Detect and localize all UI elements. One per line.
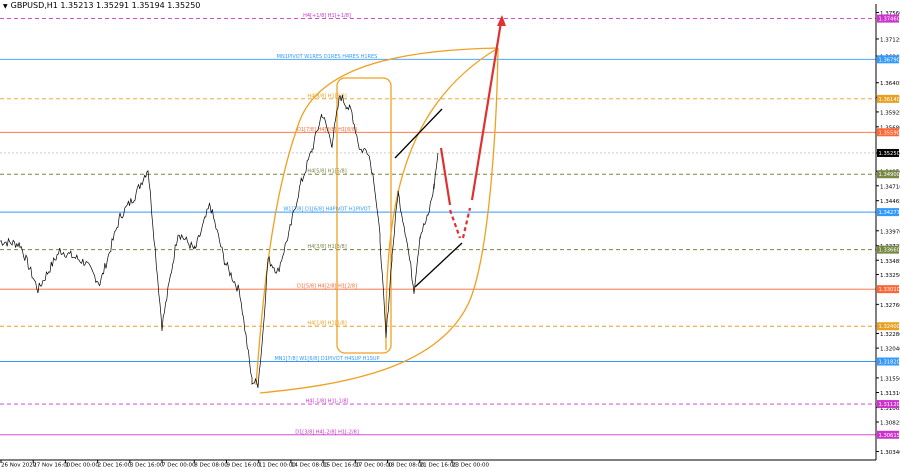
y-tick-label: 1.37125 <box>880 37 900 43</box>
y-tick-label: 1.33250 <box>880 273 900 279</box>
level-label: W1[7/8] D1[6/8] H4PIVOT H1PIVOT <box>283 207 371 213</box>
y-tick-label: 1.33970 <box>880 229 900 235</box>
level-label: D1[3/8] H4[-2/8] H1[-2/8] <box>295 429 359 435</box>
level-tag-label: 1.36790 <box>879 57 900 63</box>
level-tag-label: 1.36140 <box>879 97 900 103</box>
trend-lines[interactable] <box>394 108 463 288</box>
x-tick-label: 2 Dec 16:00 <box>98 463 132 468</box>
level-label: H4[+1/8] H1[+1/8] <box>303 13 351 19</box>
y-tick-label: 1.31550 <box>880 376 900 382</box>
level-label: D1[5/8] H4[2/8] H1[2/8] <box>297 284 357 290</box>
y-tick-label: 1.35925 <box>880 110 900 116</box>
level-tag-label: 1.32400 <box>879 324 900 330</box>
level-tag-label: 1.33010 <box>879 287 900 293</box>
level-tag-label: 1.35590 <box>879 130 900 136</box>
rectangle-drawing[interactable] <box>336 77 392 354</box>
level-tag-label: 1.34277 <box>879 210 900 216</box>
y-tick-label: 1.30825 <box>880 421 900 427</box>
x-tick-label: 9 Dec 16:00 <box>227 463 261 468</box>
y-tick-label: 1.32280 <box>880 332 900 338</box>
projection-arrowhead-icon <box>497 15 506 26</box>
level-label: H4[5/8] H1[5/8] <box>307 169 346 175</box>
level-label: H4[1/8] H1[1/8] <box>307 321 346 327</box>
right-arc-drawing[interactable] <box>385 47 499 351</box>
ellipse-drawings[interactable] <box>255 47 499 394</box>
level-label: MN1PIVOT W1RES D1RES H4RES H1RES <box>277 54 378 60</box>
x-tick-label: 1 Dec 00:00 <box>65 463 99 468</box>
y-tick-label: 1.34465 <box>880 199 900 205</box>
axes: 1.375601.371251.368451.364051.361651.359… <box>0 4 900 468</box>
level-tag-label: 1.34900 <box>879 172 900 178</box>
y-tick-label: 1.36405 <box>880 81 900 87</box>
level-lines: H4[+1/8] H1[+1/8] MN1PIVOT W1RES D1RES H4… <box>0 13 876 435</box>
price-chart[interactable]: H4[+1/8] H1[+1/8] MN1PIVOT W1RES D1RES H4… <box>0 0 900 468</box>
y-tick-label: 1.33485 <box>880 259 900 265</box>
price-tags: 1.37460 1.36790 1.36140 1.35590 1.34900 1.342… <box>877 14 900 439</box>
level-tag-label: 1.31820 <box>879 360 900 366</box>
current-price-label: 1.35250 <box>879 151 900 157</box>
x-tick-label: 7 Dec 00:00 <box>162 463 196 468</box>
price-line <box>0 95 439 389</box>
level-label: H4[-1/8] H1[-1/8] <box>306 399 349 405</box>
y-tick-label: 1.32760 <box>880 303 900 309</box>
x-tick-label: 8 Dec 08:00 <box>194 463 228 468</box>
level-label: H4[3/8] H1[3/8] <box>307 244 346 250</box>
price-series <box>0 95 439 389</box>
y-tick-label: 1.32040 <box>880 347 900 353</box>
y-tick-label: 1.30340 <box>880 450 900 456</box>
upper-trend-line[interactable] <box>394 108 443 159</box>
y-tick-label: 1.34710 <box>880 184 900 190</box>
y-tick-label: 1.31310 <box>880 391 900 397</box>
projection-down-2[interactable] <box>448 209 462 239</box>
outer-curve-lower-drawing[interactable] <box>259 47 499 394</box>
level-tag-label: 1.30615 <box>879 433 900 439</box>
level-tag-label: 1.33660 <box>879 248 900 254</box>
x-tick-label: 3 Dec 16:00 <box>130 463 164 468</box>
x-tick-label: 23 Dec 00:00 <box>452 463 489 468</box>
level-tag-label: 1.37460 <box>879 17 900 23</box>
x-tick-label: 26 Nov 2020 <box>1 463 37 468</box>
projection-down-1[interactable] <box>439 147 452 206</box>
level-label: MN1[7/8] W1[6/8] D1PIVOT H4SUP H1SUP <box>274 356 379 362</box>
level-tag-label: 1.31120 <box>879 402 900 408</box>
